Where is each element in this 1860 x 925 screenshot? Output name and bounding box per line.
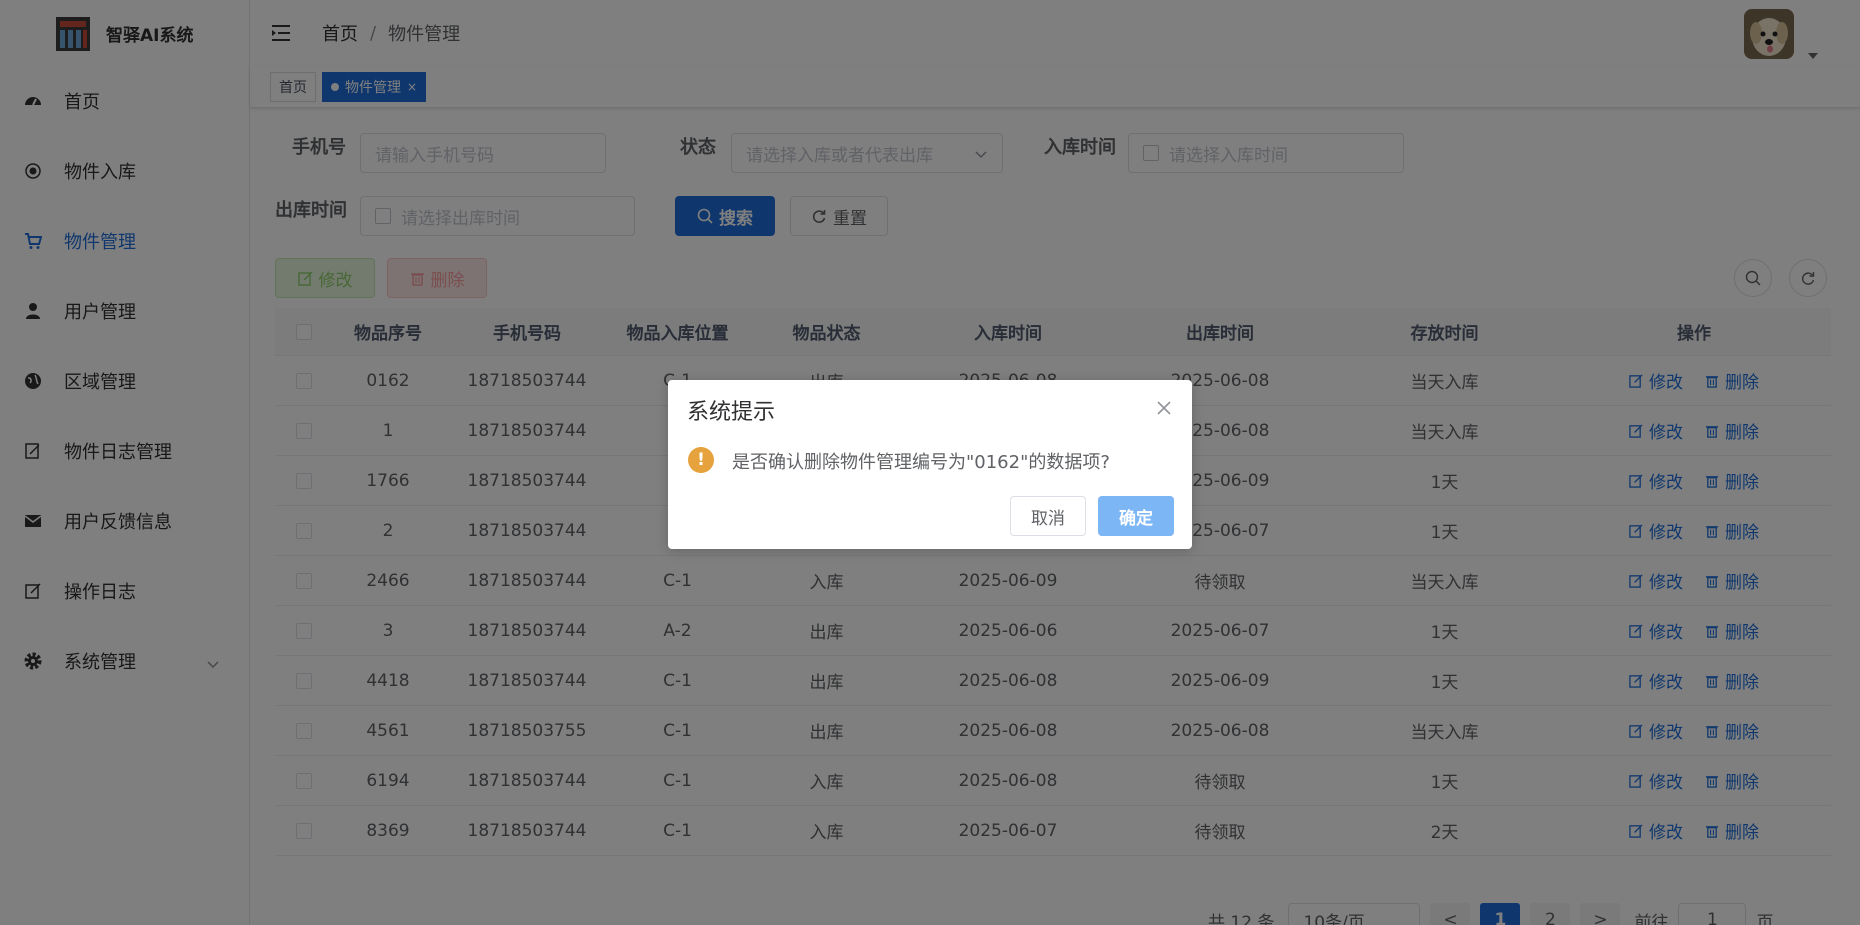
cancel-button[interactable]: 取消: [1010, 496, 1086, 536]
dialog-message: 是否确认删除物件管理编号为"0162"的数据项?: [732, 452, 1110, 473]
confirm-dialog: 系统提示 ! 是否确认删除物件管理编号为"0162"的数据项? 取消 确定: [668, 380, 1192, 549]
warning-icon: !: [688, 447, 714, 473]
dialog-title: 系统提示: [687, 400, 776, 425]
close-icon[interactable]: [1156, 400, 1172, 416]
confirm-button[interactable]: 确定: [1098, 496, 1174, 536]
